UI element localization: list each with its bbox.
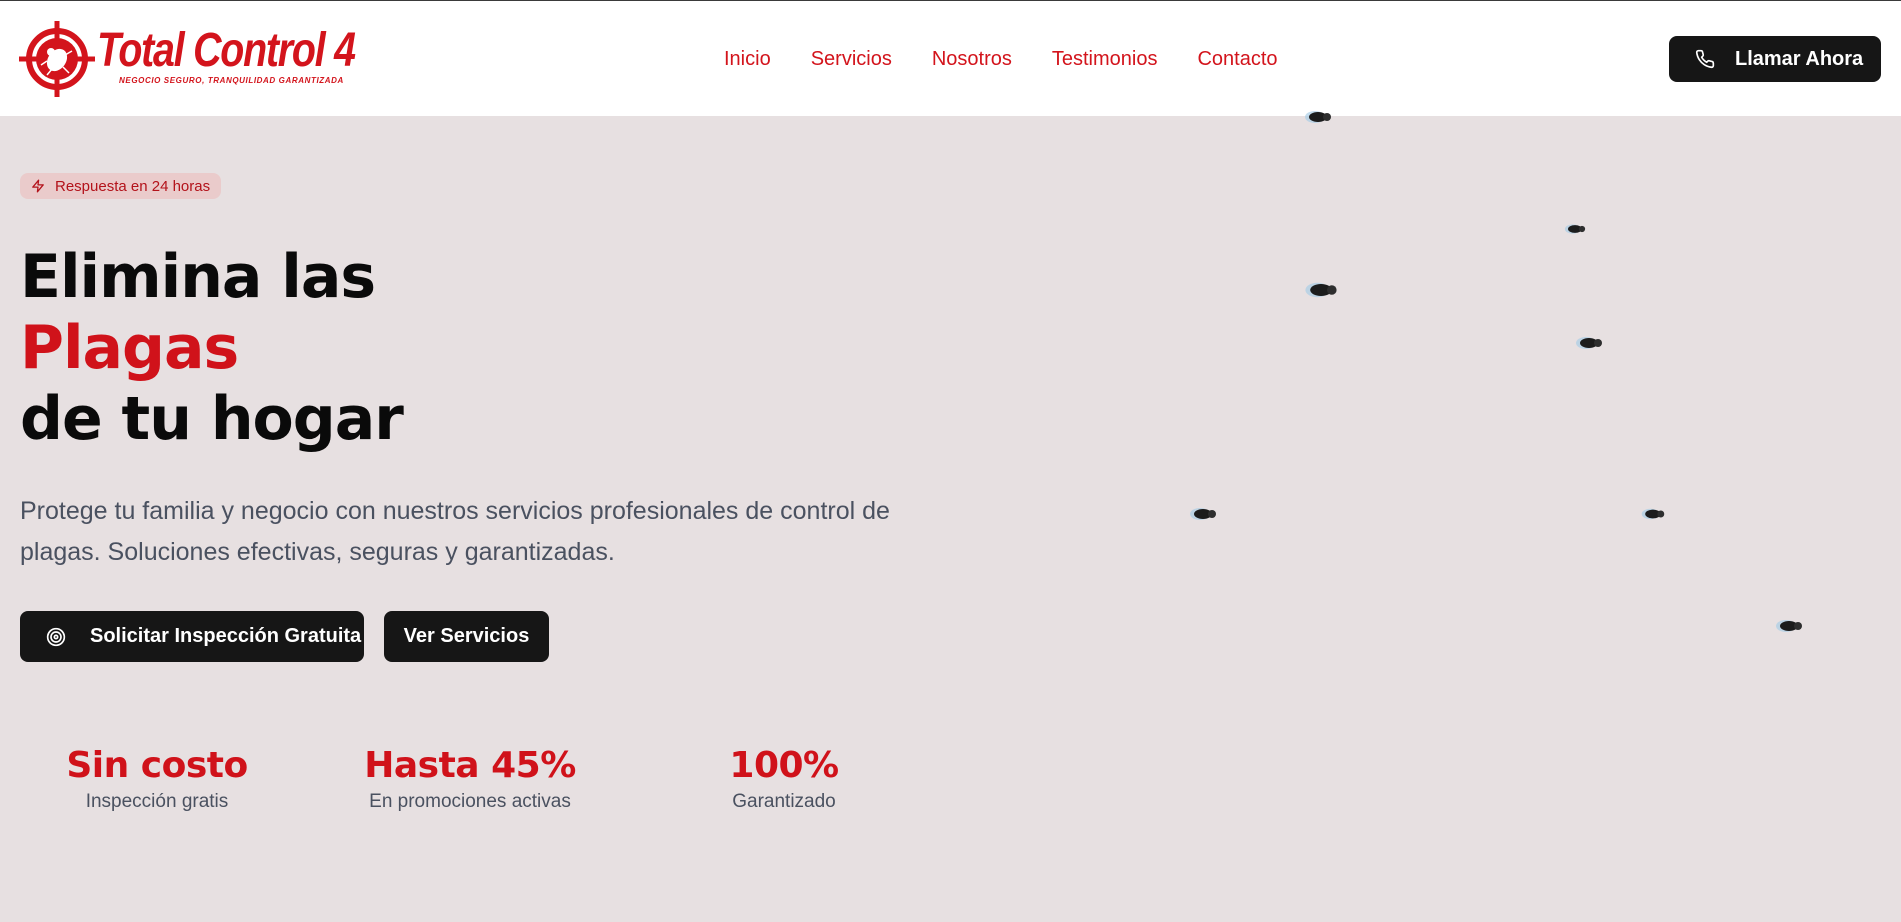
stat-guaranteed: 100% Garantizado bbox=[684, 742, 884, 814]
stat-label: Inspección gratis bbox=[85, 791, 229, 812]
brand-name: Total Control 4 bbox=[97, 24, 356, 77]
stat-free-inspection: Sin costo Inspección gratis bbox=[57, 742, 257, 814]
subtitle-line-1: Protege tu familia y negocio con nuestro… bbox=[20, 497, 890, 525]
hero-headline: Elimina las Plagas de tu hogar bbox=[20, 242, 404, 455]
view-services-button[interactable]: Ver Servicios bbox=[384, 611, 549, 662]
request-inspection-label: Solicitar Inspección Gratuita bbox=[90, 625, 362, 647]
crosshair-bug-logo-icon bbox=[19, 21, 95, 97]
stat-promotions: Hasta 45% En promociones activas bbox=[350, 742, 590, 814]
request-inspection-button[interactable]: Solicitar Inspección Gratuita bbox=[20, 611, 364, 662]
nav-item-inicio[interactable]: Inicio bbox=[724, 48, 771, 71]
call-now-button[interactable]: Llamar Ahora bbox=[1669, 36, 1881, 82]
stat-value: 100% bbox=[729, 745, 839, 786]
fly-icon bbox=[1576, 337, 1602, 349]
fly-icon bbox=[1564, 224, 1586, 234]
target-icon bbox=[46, 627, 66, 646]
stat-value: Sin costo bbox=[66, 745, 248, 786]
view-services-label: Ver Servicios bbox=[403, 625, 530, 647]
fly-icon bbox=[1190, 508, 1216, 520]
stat-value: Hasta 45% bbox=[364, 745, 576, 786]
main-nav: Inicio Servicios Nosotros Testimonios Co… bbox=[724, 48, 1278, 71]
response-time-badge: Respuesta en 24 horas bbox=[20, 173, 222, 199]
hero-subtitle: Protege tu familia y negocio con nuestro… bbox=[20, 491, 920, 573]
fly-icon bbox=[1305, 111, 1331, 123]
headline-line-3: de tu hogar bbox=[20, 384, 404, 454]
nav-item-testimonios[interactable]: Testimonios bbox=[1052, 48, 1158, 71]
site-header: Total Control 4 NEGOCIO SEGURO, TRANQUIL… bbox=[0, 1, 1901, 116]
call-now-label: Llamar Ahora bbox=[1735, 47, 1864, 70]
stat-label: Garantizado bbox=[732, 791, 836, 812]
badge-label: Respuesta en 24 horas bbox=[55, 177, 211, 195]
headline-accent: Plagas bbox=[20, 313, 239, 383]
fly-icon bbox=[1776, 620, 1802, 632]
nav-item-contacto[interactable]: Contacto bbox=[1197, 48, 1277, 71]
stat-label: En promociones activas bbox=[369, 791, 571, 812]
lightning-icon bbox=[32, 179, 44, 193]
nav-item-servicios[interactable]: Servicios bbox=[811, 48, 892, 71]
nav-item-nosotros[interactable]: Nosotros bbox=[932, 48, 1012, 71]
brand-tagline: NEGOCIO SEGURO, TRANQUILIDAD GARANTIZADA bbox=[119, 76, 344, 85]
brand-logo[interactable]: Total Control 4 NEGOCIO SEGURO, TRANQUIL… bbox=[19, 19, 356, 99]
phone-icon bbox=[1695, 49, 1715, 69]
subtitle-line-2: plagas. Soluciones efectivas, seguras y … bbox=[20, 538, 615, 566]
fly-icon bbox=[1641, 508, 1665, 520]
fly-icon bbox=[1305, 282, 1337, 298]
headline-line-1: Elimina las bbox=[20, 242, 376, 312]
